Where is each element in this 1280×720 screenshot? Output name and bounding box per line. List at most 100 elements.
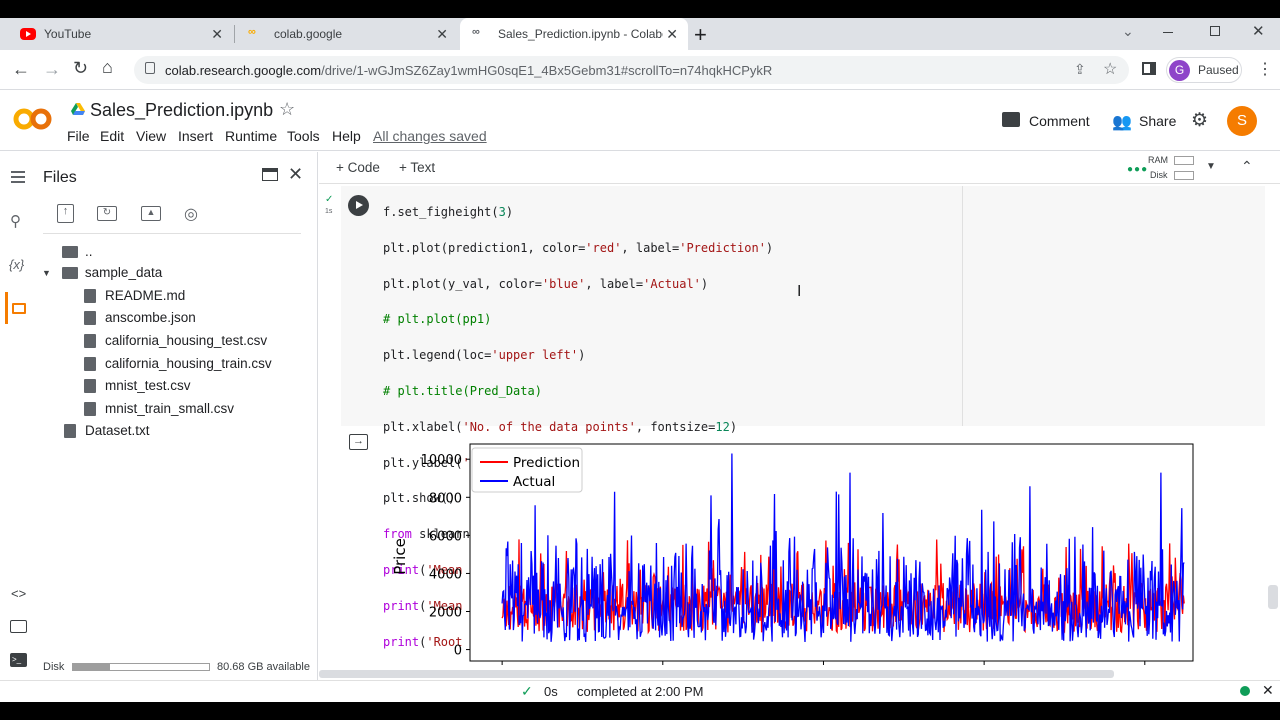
new-tab-button[interactable]: + (694, 22, 707, 48)
tab-youtube[interactable]: YouTube ✕ (8, 18, 233, 50)
close-tab-icon[interactable]: ✕ (436, 26, 448, 43)
notebook-title[interactable]: Sales_Prediction.ipynb (90, 100, 273, 121)
close-tab-icon[interactable]: ✕ (666, 26, 678, 43)
colab-logo-icon: ∞ (472, 26, 480, 38)
menu-runtime[interactable]: Runtime (225, 128, 277, 144)
command-palette-icon[interactable] (10, 620, 27, 633)
file-tree-item[interactable]: anscombe.json (84, 310, 196, 325)
table-of-contents-icon[interactable] (11, 171, 25, 183)
file-tree-item[interactable]: mnist_test.csv (84, 378, 191, 393)
star-notebook-icon[interactable]: ☆ (279, 99, 295, 120)
profile-button[interactable]: G Paused (1166, 57, 1242, 83)
y-tick-label: 2000 (429, 606, 462, 621)
tab-label: Sales_Prediction.ipynb - Colabor (498, 27, 663, 41)
code-snippets-icon[interactable]: <> (11, 586, 26, 601)
chrome-menu-icon[interactable]: ⋮ (1257, 59, 1273, 79)
comment-button[interactable]: Comment (1029, 113, 1090, 129)
tab-search-icon[interactable]: ⌄ (1122, 23, 1134, 40)
file-tree-item-sample-data[interactable]: ▼ sample_data (42, 265, 162, 280)
connection-status-icon (1240, 686, 1250, 696)
code-line: # plt.plot(pp1) (383, 312, 492, 327)
divider (43, 233, 301, 234)
terminal-icon[interactable]: >_ (10, 653, 27, 667)
file-tree-item-dataset[interactable]: Dataset.txt (64, 423, 150, 438)
file-icon (84, 356, 96, 371)
forward-icon[interactable]: → (43, 59, 61, 80)
file-icon (64, 423, 76, 438)
variables-icon[interactable]: {x} (9, 257, 24, 272)
menu-edit[interactable]: Edit (100, 128, 124, 144)
save-status[interactable]: All changes saved (373, 128, 487, 144)
menu-file[interactable]: File (67, 128, 90, 144)
colab-logo-icon: ∞ (248, 26, 256, 38)
bookmark-star-icon[interactable]: ☆ (1103, 59, 1117, 79)
add-code-button[interactable]: + Code (336, 160, 380, 175)
output-actions-icon[interactable]: → (349, 434, 368, 450)
open-in-tab-icon[interactable] (262, 168, 278, 181)
run-cell-button[interactable] (348, 195, 369, 216)
code-line: f.set_figheight(3) (383, 204, 514, 219)
menu-insert[interactable]: Insert (178, 128, 213, 144)
connected-dots-icon[interactable]: ●●● (1127, 164, 1148, 175)
url-text[interactable]: colab.research.google.com/drive/1-wGJmSZ… (165, 63, 772, 78)
close-status-icon[interactable]: ✕ (1262, 682, 1274, 699)
reload-icon[interactable]: ↻ (73, 58, 88, 79)
menu-tools[interactable]: Tools (287, 128, 320, 144)
file-tree-item-parent[interactable]: .. (62, 244, 93, 259)
file-tree-item[interactable]: mnist_train_small.csv (84, 401, 234, 416)
ram-label: RAM (1148, 155, 1168, 165)
lock-icon[interactable] (145, 62, 155, 74)
active-rail-indicator (5, 292, 8, 324)
minimize-icon[interactable] (1163, 32, 1173, 33)
restore-icon[interactable] (1210, 26, 1220, 36)
price-prediction-chart: 0 2000 4000 6000 8000 10000 Price Prediction Act… (391, 443, 1194, 665)
search-icon[interactable]: ⚲ (10, 212, 21, 230)
caret-down-icon: ▼ (42, 267, 51, 278)
status-completed: completed at 2:00 PM (577, 684, 704, 699)
exec-check-icon: ✓ (325, 194, 334, 205)
user-avatar[interactable]: S (1227, 106, 1257, 136)
settings-gear-icon[interactable]: ⚙ (1191, 109, 1208, 132)
scrollbar-thumb[interactable] (1268, 585, 1278, 609)
mount-drive-icon[interactable]: ▲ (141, 206, 161, 221)
file-name: california_housing_train.csv (105, 356, 272, 371)
file-name: Dataset.txt (85, 423, 150, 438)
y-tick-label: 4000 (429, 567, 462, 582)
share-page-icon[interactable]: ⇪ (1074, 61, 1086, 78)
files-folder-icon[interactable] (12, 303, 26, 314)
profile-avatar: G (1169, 60, 1190, 81)
tab-sales-prediction[interactable]: ∞ Sales_Prediction.ipynb - Colabor ✕ (460, 18, 688, 50)
side-panel-icon[interactable] (1142, 62, 1156, 75)
file-tree-item[interactable]: README.md (84, 288, 185, 303)
file-icon (84, 333, 96, 348)
file-tree-item[interactable]: california_housing_test.csv (84, 333, 267, 348)
colab-logo[interactable] (13, 104, 53, 134)
play-icon (356, 201, 363, 209)
folder-icon (61, 266, 78, 279)
folder-up-icon (62, 245, 78, 258)
share-button[interactable]: Share (1139, 113, 1176, 129)
menu-help[interactable]: Help (332, 128, 361, 144)
resources-dropdown-icon[interactable]: ▼ (1206, 161, 1216, 172)
status-duration: 0s (544, 684, 558, 699)
hide-files-icon[interactable]: ◎ (184, 204, 198, 224)
add-text-button[interactable]: + Text (399, 160, 435, 175)
new-folder-refresh-icon[interactable]: ↻ (97, 206, 117, 221)
browser-tab-strip: YouTube ✕ ∞ colab.google ✕ ∞ Sales_Predi… (0, 18, 1280, 50)
close-tab-icon[interactable]: ✕ (211, 26, 223, 43)
horizontal-scrollbar[interactable] (319, 670, 1114, 678)
close-window-icon[interactable]: ✕ (1252, 22, 1265, 40)
disk-usage-fill (73, 664, 110, 670)
upload-file-icon[interactable]: ↑ (57, 204, 74, 223)
file-tree-item[interactable]: california_housing_train.csv (84, 356, 272, 371)
menu-view[interactable]: View (136, 128, 166, 144)
collapse-header-icon[interactable]: ⌃ (1241, 158, 1253, 175)
close-panel-icon[interactable]: ✕ (288, 164, 303, 185)
files-panel-title: Files (43, 169, 77, 186)
back-icon[interactable]: ← (12, 59, 30, 80)
file-name: .. (85, 244, 93, 259)
profile-status: Paused (1198, 63, 1239, 77)
tab-colab-google[interactable]: ∞ colab.google ✕ (236, 18, 458, 50)
home-icon[interactable]: ⌂ (102, 57, 113, 78)
code-line: # plt.title(Pred_Data) (383, 383, 542, 398)
